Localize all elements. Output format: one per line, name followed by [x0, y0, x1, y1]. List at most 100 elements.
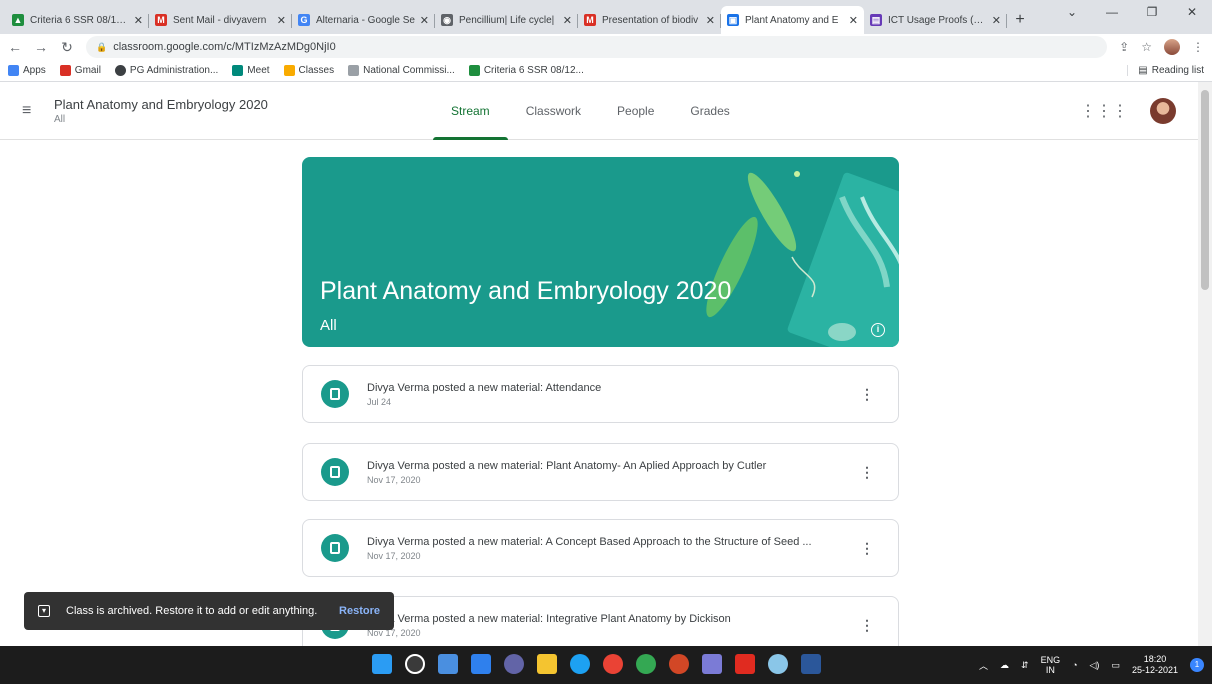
browser-tab[interactable]: ◉ Pencillium| Life cycle| ✕: [435, 6, 578, 34]
post-menu-icon[interactable]: ⋮: [860, 464, 874, 481]
drive-icon: [468, 65, 480, 76]
close-icon[interactable]: ✕: [420, 14, 429, 27]
classroom-app: ≡ Plant Anatomy and Embryology 2020 All …: [0, 82, 1212, 646]
bookmark-national-commission[interactable]: National Commissi...: [348, 65, 455, 76]
chrome-profile-icon[interactable]: [636, 654, 656, 674]
course-title[interactable]: Plant Anatomy and Embryology 2020 All: [54, 97, 268, 125]
post-menu-icon[interactable]: ⋮: [860, 617, 874, 634]
classroom-icon: ▣: [727, 14, 739, 26]
stream-post[interactable]: Divya Verma posted a new material: Plant…: [302, 443, 899, 501]
close-window-icon[interactable]: ✕: [1172, 0, 1212, 28]
browser-tab[interactable]: M Sent Mail - divyavern ✕: [149, 6, 292, 34]
chat-icon[interactable]: [504, 654, 524, 674]
course-name: Plant Anatomy and Embryology 2020: [54, 96, 268, 112]
windows-taskbar: ︿ ☁ ⇵ ENG IN ◔ ◁) ▭ 18:20 25-12-2021 1: [0, 646, 1212, 684]
bookmark-meet[interactable]: Meet: [232, 65, 270, 76]
bookmark-classes[interactable]: Classes: [283, 65, 334, 76]
widgets-icon[interactable]: [471, 654, 491, 674]
notification-badge[interactable]: 1: [1190, 658, 1204, 672]
tab-search-icon[interactable]: ⌄: [1052, 0, 1092, 28]
chrome-icon[interactable]: [603, 654, 623, 674]
forward-icon[interactable]: →: [34, 39, 48, 55]
address-bar-row: ← → ↻ 🔒 classroom.google.com/c/MTIzMzAzM…: [0, 34, 1212, 60]
bookmark-apps[interactable]: Apps: [8, 65, 46, 76]
reading-list-icon: ▤: [1138, 65, 1148, 76]
back-icon[interactable]: ←: [8, 39, 22, 55]
more-menu-icon[interactable]: ⋮: [1192, 40, 1204, 54]
chevron-up-icon[interactable]: ︿: [979, 659, 988, 672]
close-icon[interactable]: ✕: [849, 14, 858, 27]
tab-grades[interactable]: Grades: [672, 82, 747, 140]
language-indicator[interactable]: ENG IN: [1041, 655, 1061, 675]
app-header: ≡ Plant Anatomy and Embryology 2020 All …: [0, 82, 1212, 140]
file-explorer-icon[interactable]: [537, 654, 557, 674]
acrobat-icon[interactable]: [735, 654, 755, 674]
browser-tab-active[interactable]: ▣ Plant Anatomy and E ✕: [721, 6, 864, 34]
battery-icon[interactable]: ▭: [1111, 660, 1120, 671]
snackbar-message: Class is archived. Restore it to add or …: [66, 605, 318, 617]
bookmark-star-icon[interactable]: ☆: [1141, 40, 1152, 54]
url-field[interactable]: 🔒 classroom.google.com/c/MTIzMzAzMDg0NjI…: [86, 36, 1108, 58]
maximize-icon[interactable]: ❐: [1132, 0, 1172, 28]
reload-icon[interactable]: ↻: [60, 39, 74, 56]
word-icon[interactable]: [801, 654, 821, 674]
post-date: Jul 24: [367, 396, 392, 407]
stream-post[interactable]: Divya Verma posted a new material: Atten…: [302, 365, 899, 423]
new-tab-button[interactable]: +: [1007, 6, 1033, 34]
network-icon[interactable]: ⇵: [1021, 660, 1029, 671]
google-apps-icon[interactable]: ⋮⋮⋮: [1080, 101, 1128, 121]
post-menu-icon[interactable]: ⋮: [860, 386, 874, 403]
search-icon[interactable]: [405, 654, 425, 674]
account-avatar[interactable]: [1150, 98, 1176, 124]
cloud-icon[interactable]: ☁: [1000, 660, 1009, 671]
share-icon[interactable]: ⇪: [1119, 40, 1129, 54]
bookmark-pg-admin[interactable]: PG Administration...: [114, 65, 218, 76]
tab-classwork[interactable]: Classwork: [508, 82, 599, 140]
clock[interactable]: 18:20 25-12-2021: [1132, 654, 1178, 676]
powerpoint-icon[interactable]: [669, 654, 689, 674]
page-scrollbar[interactable]: [1198, 82, 1212, 646]
apps-grid-icon: [8, 65, 19, 76]
course-section: All: [54, 113, 66, 125]
close-icon[interactable]: ✕: [277, 14, 286, 27]
profile-avatar[interactable]: [1164, 39, 1180, 55]
close-icon[interactable]: ✕: [563, 14, 572, 27]
windows-start-icon[interactable]: [372, 654, 392, 674]
volume-icon[interactable]: ◁): [1090, 660, 1100, 671]
tab-stream[interactable]: Stream: [433, 82, 508, 140]
google-icon: G: [298, 14, 310, 26]
task-view-icon[interactable]: [438, 654, 458, 674]
url-text: classroom.google.com/c/MTIzMzAzMDg0NjI0: [113, 41, 336, 53]
close-icon[interactable]: ✕: [992, 14, 1001, 27]
drive-icon: ▲: [12, 14, 24, 26]
info-icon[interactable]: i: [871, 323, 885, 337]
close-icon[interactable]: ✕: [706, 14, 715, 27]
browser-tab[interactable]: ▲ Criteria 6 SSR 08/12/2 ✕: [6, 6, 149, 34]
globe-icon: [114, 65, 126, 76]
gmail-icon: M: [584, 14, 596, 26]
settings-icon[interactable]: [768, 654, 788, 674]
address-bar-actions: ⇪ ☆ ⋮: [1119, 39, 1204, 55]
bookmark-criteria[interactable]: Criteria 6 SSR 08/12...: [468, 65, 584, 76]
close-icon[interactable]: ✕: [134, 14, 143, 27]
post-menu-icon[interactable]: ⋮: [860, 540, 874, 557]
header-actions: ⋮⋮⋮: [1080, 98, 1176, 124]
restore-button[interactable]: Restore: [339, 605, 380, 617]
browser-tab[interactable]: G Alternaria - Google Se ✕: [292, 6, 435, 34]
reading-list-button[interactable]: ▤ Reading list: [1127, 65, 1204, 76]
scrollbar-thumb[interactable]: [1201, 90, 1209, 290]
minimize-icon[interactable]: —: [1092, 0, 1132, 28]
bookmarks-bar: Apps Gmail PG Administration... Meet Cla…: [0, 60, 1212, 82]
wifi-icon[interactable]: ◔: [1072, 660, 1077, 670]
bookmark-gmail[interactable]: Gmail: [59, 65, 101, 76]
main-menu-icon[interactable]: ≡: [22, 102, 46, 120]
media-icon[interactable]: [702, 654, 722, 674]
stream-post[interactable]: Divya Verma posted a new material: A Con…: [302, 519, 899, 577]
post-title: Divya Verma posted a new material: Atten…: [367, 381, 602, 394]
tab-people[interactable]: People: [599, 82, 672, 140]
browser-tab[interactable]: ▤ ICT Usage Proofs (Dec ✕: [864, 6, 1007, 34]
browser-tab[interactable]: M Presentation of biodiv ✕: [578, 6, 721, 34]
edge-icon[interactable]: [570, 654, 590, 674]
course-tabs: Stream Classwork People Grades: [433, 82, 748, 140]
banner-section: All: [320, 317, 337, 334]
